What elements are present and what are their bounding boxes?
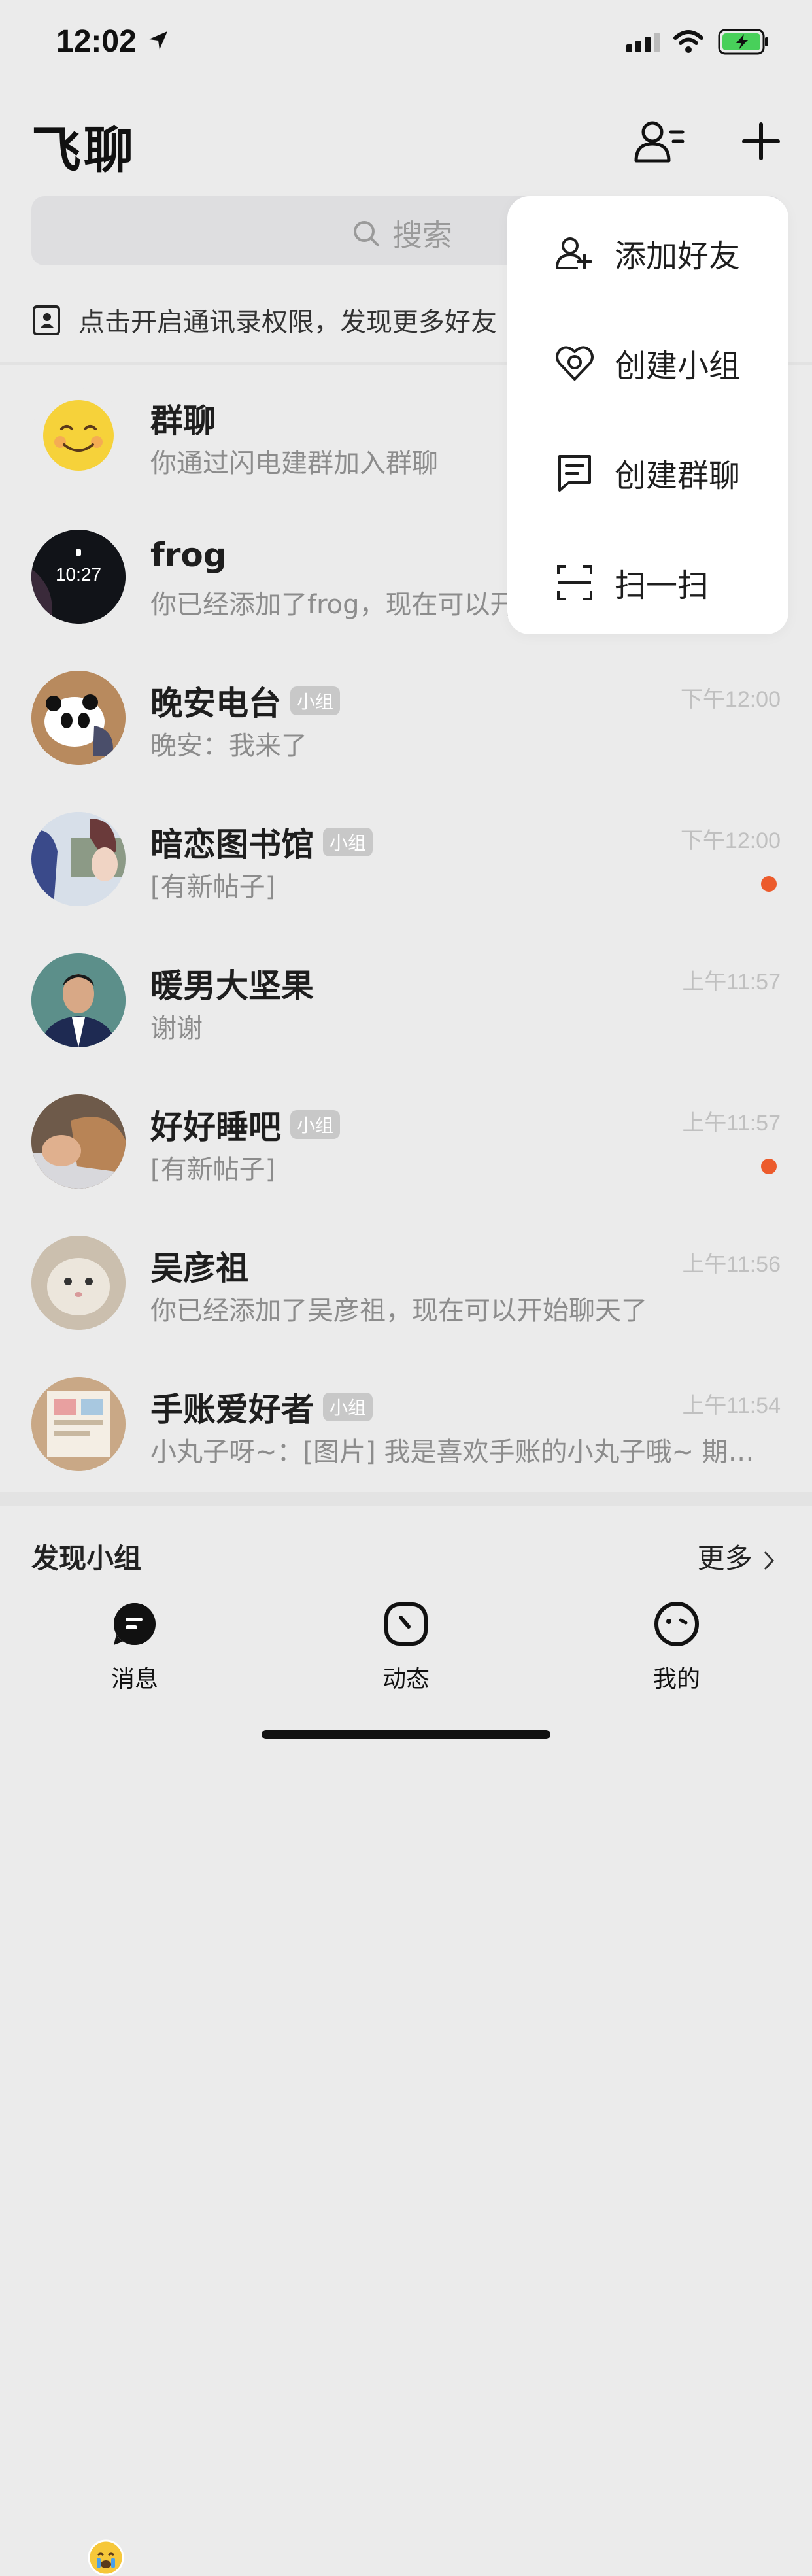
- battery-icon: [718, 29, 768, 55]
- chevron-right-icon: [764, 1551, 775, 1570]
- anime-image: [31, 812, 126, 906]
- man-photo: [31, 953, 126, 1047]
- chat-preview: 晚安：我来了: [150, 731, 307, 761]
- chat-preview: 谢谢: [150, 1013, 203, 1043]
- moments-icon: [384, 1602, 428, 1646]
- more-link[interactable]: 更多: [698, 1536, 777, 1576]
- panda-image: [31, 671, 126, 765]
- avatar: [31, 812, 126, 906]
- watch-face-image: 10:27: [31, 530, 126, 624]
- chat-time: 上午11:57: [682, 1111, 781, 1136]
- chat-row[interactable]: 暖男大坚果 谢谢 上午11:57: [0, 931, 812, 1072]
- tab-label: 我的: [652, 1666, 700, 1693]
- search-icon: [354, 221, 379, 246]
- crying-emoji-icon: [88, 2539, 124, 2576]
- smiley-icon: [43, 400, 114, 471]
- menu-item-label: 创建小组: [615, 348, 741, 384]
- menu-item-label: 添加好友: [615, 238, 741, 275]
- search-placeholder: 搜索: [392, 218, 452, 253]
- create-group-icon: [556, 346, 594, 381]
- location-arrow-icon: [149, 31, 167, 50]
- chat-row[interactable]: 晚安电台 小组 晚安：我来了 下午12:00: [0, 649, 812, 790]
- chat-preview: [有新帖子]: [150, 872, 276, 902]
- journal-photo: [31, 1377, 126, 1471]
- plus-icon[interactable]: [741, 122, 781, 161]
- tab-profile[interactable]: 我的: [624, 1601, 729, 1694]
- plus-dropdown-menu: 添加好友 创建小组 创建群聊 扫一扫: [507, 196, 788, 634]
- contacts-permission-text: 点击开启通讯录权限，发现更多好友: [78, 307, 497, 337]
- status-time: 12:02: [56, 24, 137, 59]
- svg-text:10:27: 10:27: [56, 564, 101, 585]
- avatar: 10:27: [31, 530, 126, 624]
- tab-moments[interactable]: 动态: [354, 1601, 458, 1694]
- group-tag: 小组: [290, 1110, 341, 1139]
- tab-messages[interactable]: 消息: [82, 1601, 187, 1694]
- contacts-icon[interactable]: [633, 118, 685, 163]
- menu-item-scan[interactable]: 扫一扫: [554, 560, 709, 605]
- chat-name: 吴彦祖: [150, 1249, 248, 1287]
- section-divider: [0, 1492, 812, 1506]
- avatar: [31, 953, 126, 1047]
- avatar: [31, 1377, 126, 1471]
- group-tag: 小组: [323, 1393, 373, 1421]
- menu-item-label: 创建群聊: [615, 458, 741, 494]
- chat-time: 上午11:56: [682, 1252, 781, 1277]
- chat-time: 上午11:54: [682, 1393, 781, 1418]
- create-chat-icon: [558, 455, 591, 492]
- chat-time: 上午11:57: [682, 970, 781, 994]
- add-friend-icon: [556, 237, 592, 269]
- chat-time: 下午12:00: [680, 687, 781, 712]
- menu-item-create-group[interactable]: 创建小组: [554, 340, 740, 386]
- chat-row[interactable]: 好好睡吧 小组 [有新帖子] 上午11:57: [0, 1072, 812, 1213]
- chat-name: 手账爱好者 小组: [150, 1383, 373, 1431]
- message-icon: [114, 1603, 156, 1645]
- menu-item-label: 扫一扫: [615, 568, 709, 604]
- address-book-icon: [33, 305, 60, 335]
- chat-name: 暖男大坚果: [150, 967, 314, 1005]
- avatar: [31, 671, 126, 765]
- chat-row[interactable]: 吴彦祖 你已经添加了吴彦祖，现在可以开始聊天了 上午11:56: [0, 1213, 812, 2576]
- chat-row[interactable]: 暗恋图书馆 小组 [有新帖子] 下午12:00: [0, 790, 812, 931]
- avatar: [31, 388, 126, 483]
- avatar: [31, 1094, 126, 1189]
- scan-icon: [557, 565, 592, 600]
- chat-preview: 小丸子呀~：[图片] 我是喜欢手账的小丸子哦~ 期…: [150, 1437, 754, 1467]
- group-tag: 小组: [323, 828, 373, 856]
- unread-dot: [761, 1159, 777, 1174]
- page-title: 飞聊: [31, 121, 136, 179]
- cat-photo: [31, 1236, 126, 1330]
- unread-dot: [761, 876, 777, 892]
- menu-item-create-chat[interactable]: 创建群聊: [554, 450, 740, 496]
- chat-name: 好好睡吧 小组: [150, 1101, 341, 1148]
- chat-name: frog: [150, 536, 227, 574]
- chat-name: 群聊: [150, 402, 216, 440]
- chat-preview: 你已经添加了吴彦祖，现在可以开始聊天了: [150, 1296, 647, 1326]
- home-indicator: [262, 1730, 550, 1739]
- chat-name: 暗恋图书馆 小组: [150, 819, 373, 866]
- wifi-icon: [673, 30, 703, 53]
- tab-label: 消息: [110, 1666, 158, 1693]
- more-label: 更多: [697, 1542, 753, 1574]
- cellular-signal-icon: [626, 33, 660, 52]
- chat-row[interactable]: 手账爱好者 小组 小丸子呀~：[图片] 我是喜欢手账的小丸子哦~ 期… 上午11:…: [0, 1355, 812, 1496]
- group-tag: 小组: [290, 686, 341, 715]
- profile-icon: [654, 1602, 699, 1646]
- chat-time: 下午12:00: [680, 828, 781, 853]
- tab-label: 动态: [382, 1666, 430, 1693]
- discover-groups-title: 发现小组: [31, 1542, 142, 1574]
- menu-item-add-friend[interactable]: 添加好友: [554, 230, 740, 276]
- chat-name: 晚安电台 小组: [150, 677, 341, 724]
- contacts-permission-tip[interactable]: 点击开启通讯录权限，发现更多好友: [31, 301, 497, 339]
- chat-preview: [有新帖子]: [150, 1155, 276, 1185]
- chat-preview: 你通过闪电建群加入群聊: [150, 449, 438, 479]
- sleeping-photo: [31, 1094, 126, 1189]
- avatar: [31, 1236, 126, 1330]
